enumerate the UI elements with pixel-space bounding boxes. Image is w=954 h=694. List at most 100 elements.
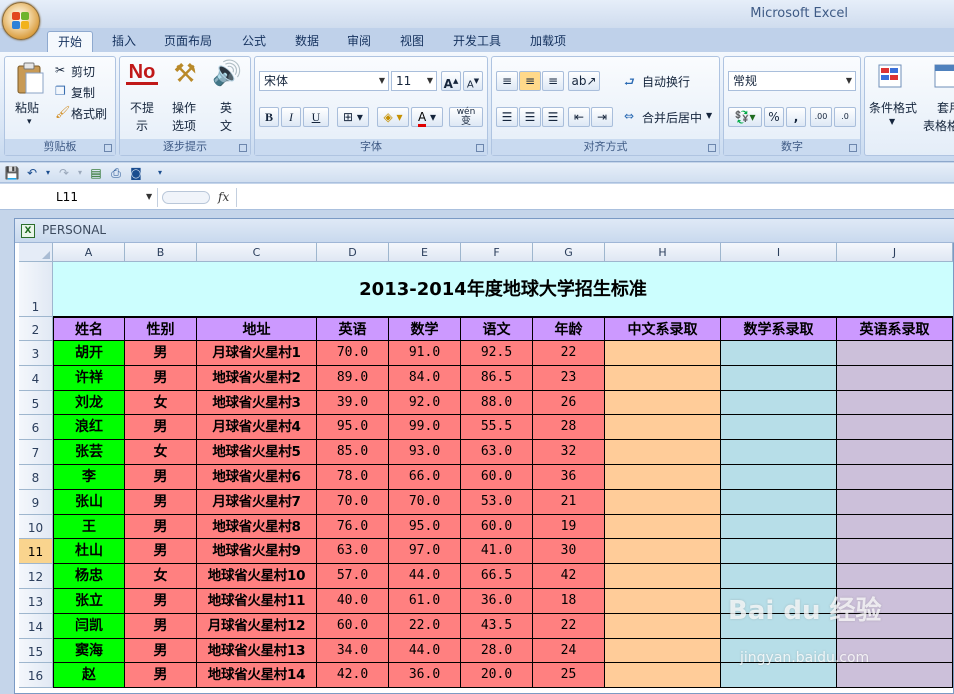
grow-font-icon[interactable]: A▲ xyxy=(441,71,461,91)
cut-icon[interactable]: ✂ xyxy=(55,63,65,77)
math-score-cell[interactable]: 44.0 xyxy=(389,638,461,664)
header-cell[interactable]: 英语 xyxy=(317,317,389,341)
name-cell[interactable]: 浪红 xyxy=(53,415,125,441)
wrap-text-button[interactable]: 自动换行 xyxy=(642,73,690,90)
chinese-admit-cell[interactable] xyxy=(605,663,721,689)
row-header-15[interactable]: 15 xyxy=(19,638,53,664)
no-tips-icon[interactable]: No xyxy=(126,61,158,91)
gender-cell[interactable]: 男 xyxy=(125,613,197,639)
age-cell[interactable]: 23 xyxy=(533,365,605,391)
paste-dropdown-icon[interactable]: ▾ xyxy=(27,117,32,127)
chinese-admit-cell[interactable] xyxy=(605,489,721,515)
select-all-corner[interactable] xyxy=(19,243,53,262)
qat-customize-icon[interactable]: ▾ xyxy=(152,165,168,181)
sheet-title[interactable]: 2013-2014年度地球大学招生标准 xyxy=(53,262,953,317)
number-launcher-icon[interactable] xyxy=(849,144,857,152)
address-cell[interactable]: 月球省火星村12 xyxy=(197,613,317,639)
row-header-8[interactable]: 8 xyxy=(19,465,53,490)
align-left-icon[interactable]: ☰ xyxy=(496,107,518,127)
column-header-e[interactable]: E xyxy=(389,243,461,262)
name-cell[interactable]: 窦海 xyxy=(53,638,125,664)
step-tips-launcher-icon[interactable] xyxy=(239,144,247,152)
decrease-indent-icon[interactable]: ⇤ xyxy=(568,107,590,127)
age-cell[interactable]: 19 xyxy=(533,514,605,540)
math-score-cell[interactable]: 92.0 xyxy=(389,390,461,416)
chinese-admit-cell[interactable] xyxy=(605,415,721,441)
chinese-score-cell[interactable]: 86.5 xyxy=(461,365,533,391)
english-score-cell[interactable]: 63.0 xyxy=(317,539,389,565)
age-cell[interactable]: 28 xyxy=(533,415,605,441)
percent-button[interactable]: % xyxy=(764,107,784,127)
header-cell[interactable]: 英语系录取 xyxy=(837,317,953,341)
chinese-admit-cell[interactable] xyxy=(605,514,721,540)
name-cell[interactable]: 张芸 xyxy=(53,440,125,465)
alignment-launcher-icon[interactable] xyxy=(708,144,716,152)
chinese-admit-cell[interactable] xyxy=(605,341,721,366)
borders-icon[interactable]: ⊞ ▾ xyxy=(337,107,369,127)
math-admit-cell[interactable] xyxy=(721,365,837,391)
align-top-icon[interactable]: ≡ xyxy=(496,71,518,91)
tab-review[interactable]: 审阅 xyxy=(337,31,381,52)
math-score-cell[interactable]: 84.0 xyxy=(389,365,461,391)
chinese-admit-cell[interactable] xyxy=(605,390,721,416)
print-preview-icon[interactable]: ⎙ xyxy=(108,165,124,181)
age-cell[interactable]: 22 xyxy=(533,613,605,639)
english-admit-cell[interactable] xyxy=(837,564,953,589)
header-cell[interactable]: 姓名 xyxy=(53,317,125,341)
conditional-format-icon[interactable] xyxy=(877,61,907,91)
copy-icon[interactable]: ❐ xyxy=(55,84,66,98)
no-tips-label-1[interactable]: 不提 xyxy=(130,99,154,116)
underline-button[interactable]: U xyxy=(303,107,329,127)
font-color-button[interactable]: A ▾ xyxy=(411,107,443,127)
english-score-cell[interactable]: 70.0 xyxy=(317,489,389,515)
gender-cell[interactable]: 男 xyxy=(125,638,197,664)
name-box-dropdown-icon[interactable]: ▼ xyxy=(146,192,152,201)
english-admit-cell[interactable] xyxy=(837,415,953,441)
row-header-3[interactable]: 3 xyxy=(19,341,53,366)
row-header-9[interactable]: 9 xyxy=(19,489,53,515)
english-score-cell[interactable]: 40.0 xyxy=(317,589,389,614)
row-header-1[interactable]: 1 xyxy=(19,262,53,317)
age-cell[interactable]: 22 xyxy=(533,341,605,366)
currency-icon[interactable]: 💱▾ xyxy=(728,107,762,127)
gender-cell[interactable]: 男 xyxy=(125,589,197,614)
chinese-admit-cell[interactable] xyxy=(605,465,721,490)
number-format-combo[interactable]: 常规 ▼ xyxy=(728,71,856,91)
tab-formulas[interactable]: 公式 xyxy=(232,31,276,52)
font-name-dropdown-icon[interactable]: ▼ xyxy=(379,72,385,90)
row-header-14[interactable]: 14 xyxy=(19,613,53,639)
align-bottom-icon[interactable]: ≡ xyxy=(542,71,564,91)
header-cell[interactable]: 语文 xyxy=(461,317,533,341)
chinese-score-cell[interactable]: 88.0 xyxy=(461,390,533,416)
merge-center-icon[interactable]: ⇔ xyxy=(624,109,634,123)
chinese-score-cell[interactable]: 55.5 xyxy=(461,415,533,441)
paste-icon[interactable] xyxy=(13,61,47,95)
save-icon[interactable]: 💾 xyxy=(4,165,20,181)
header-cell[interactable]: 数学 xyxy=(389,317,461,341)
english-score-cell[interactable]: 34.0 xyxy=(317,638,389,664)
chinese-score-cell[interactable]: 28.0 xyxy=(461,638,533,664)
header-cell[interactable]: 数学系录取 xyxy=(721,317,837,341)
math-admit-cell[interactable] xyxy=(721,564,837,589)
align-right-icon[interactable]: ☰ xyxy=(542,107,564,127)
header-cell[interactable]: 年龄 xyxy=(533,317,605,341)
address-cell[interactable]: 月球省火星村4 xyxy=(197,415,317,441)
english-score-cell[interactable]: 85.0 xyxy=(317,440,389,465)
chinese-score-cell[interactable]: 60.0 xyxy=(461,514,533,540)
age-cell[interactable]: 36 xyxy=(533,465,605,490)
gender-cell[interactable]: 女 xyxy=(125,564,197,589)
tab-view[interactable]: 视图 xyxy=(390,31,434,52)
op-tips-label-1[interactable]: 操作 xyxy=(172,99,196,116)
column-header-c[interactable]: C xyxy=(197,243,317,262)
orientation-icon[interactable]: ab↗ xyxy=(568,71,600,91)
address-cell[interactable]: 月球省火星村1 xyxy=(197,341,317,366)
gender-cell[interactable]: 男 xyxy=(125,663,197,689)
math-admit-cell[interactable] xyxy=(721,341,837,366)
math-admit-cell[interactable] xyxy=(721,465,837,490)
number-format-dropdown-icon[interactable]: ▼ xyxy=(846,72,852,90)
english-score-cell[interactable]: 70.0 xyxy=(317,341,389,366)
gender-cell[interactable]: 男 xyxy=(125,341,197,366)
address-cell[interactable]: 月球省火星村7 xyxy=(197,489,317,515)
english-label-1[interactable]: 英 xyxy=(220,99,232,116)
row-header-7[interactable]: 7 xyxy=(19,440,53,465)
